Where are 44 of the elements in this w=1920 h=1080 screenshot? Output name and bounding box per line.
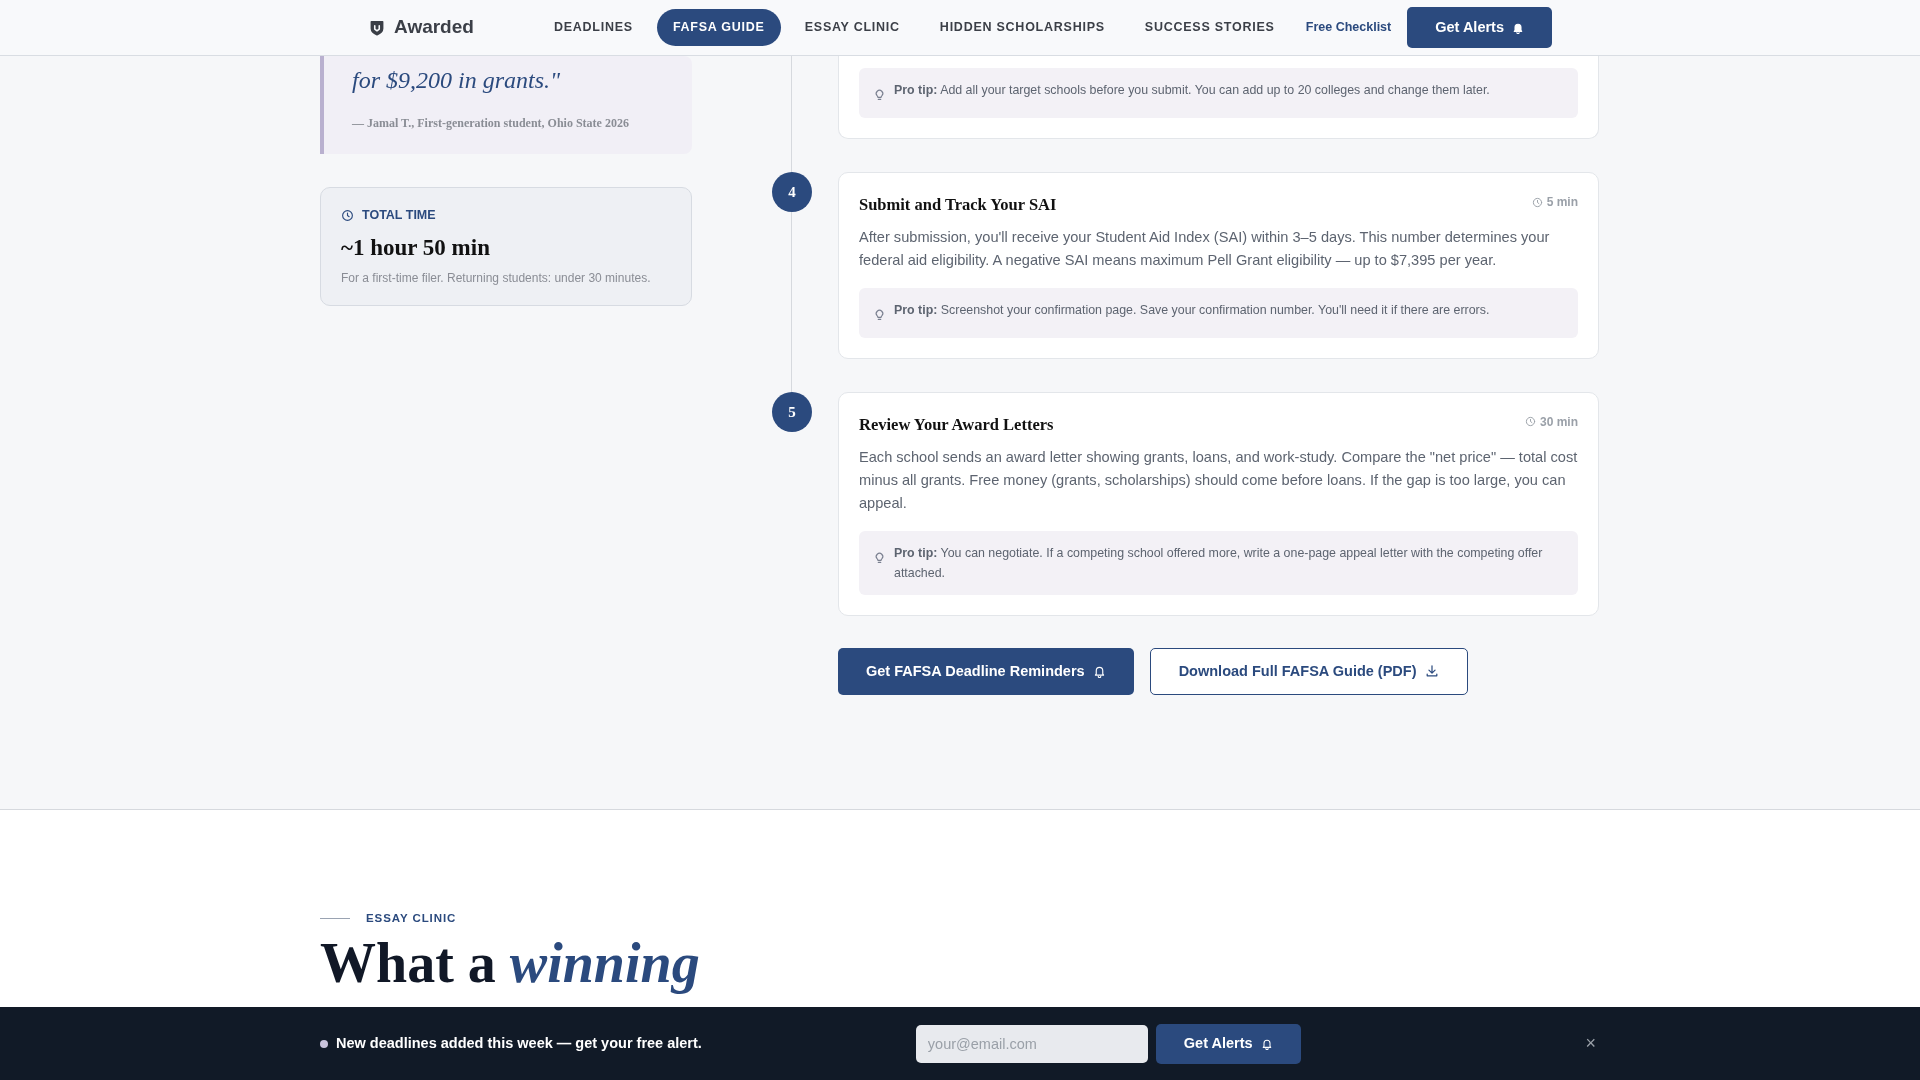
total-time-value: ~1 hour 50 min [341, 233, 491, 262]
nav-tab[interactable]: DEADLINES [537, 9, 649, 46]
step-description: After submission, you'll receive your Student Aid Index (SAI) within 3–5 days. This number determines your federal aid eligibility. A negative SAI means maximum Pell Grant eligibility — up to $7,395 per year. [859, 227, 1551, 270]
close-button[interactable]: × [1581, 1030, 1600, 1057]
pro-tip-text: Pro tip: Add all your target schools before you submit. You can add up to 20 colleges and change them later. [894, 82, 1490, 99]
email-field[interactable]: your@email.com [915, 1024, 1148, 1063]
clock-icon [1525, 416, 1536, 428]
step-title: Review Your Award Letters [859, 413, 1054, 436]
checklist-link[interactable]: Free Checklist [1305, 18, 1392, 37]
download-guide-button[interactable]: Download Full FAFSA Guide (PDF) [1149, 647, 1468, 696]
section-eyebrow: ESSAY CLINIC [366, 911, 457, 926]
step-description: Each school sends an award letter showing grants, loans, and work-study. Compare the "net price" — total cost minus all grants. Free money (grants, scholarships) should come before loans. If the gap is too large, you can appeal. [859, 447, 1578, 513]
step-duration: 30 min [1540, 413, 1578, 431]
step-title: Submit and Track Your SAI [859, 194, 1057, 216]
alert-message: New deadlines added this week — get your free alert. [336, 1033, 702, 1053]
pro-tip-text: Pro tip: You can negotiate. If a competing school offered more, write a one-page appeal letter with the competing offer attached. [894, 544, 1544, 582]
shield-icon [368, 18, 386, 37]
quote-text: for $9,200 in grants." [352, 66, 562, 95]
clock-icon [1531, 196, 1543, 208]
quote-attribution: — Jamal T., First-generation student, Ohio State 2026 [352, 115, 630, 132]
step-number: 5 [772, 391, 812, 432]
reminders-button[interactable]: Get FAFSA Deadline Reminders [838, 647, 1134, 696]
pro-tip-text: Pro tip: Screenshot your confirmation page. Save your confirmation number. You'll need it if there are errors. [894, 301, 1490, 319]
get-alerts-button[interactable]: Get Alerts [1155, 1023, 1301, 1064]
bell-icon [1512, 21, 1524, 34]
nav-tab[interactable]: ESSAY CLINIC [788, 9, 916, 46]
step-number: 4 [772, 172, 812, 212]
nav-tab[interactable]: FAFSA GUIDE [656, 9, 781, 46]
section-heading: What a winning [320, 933, 701, 995]
bell-icon [1092, 664, 1106, 678]
get-alerts-button[interactable]: Get Alerts [1407, 6, 1552, 49]
lightbulb-icon [873, 308, 886, 321]
total-time-note: For a first-time filer. Returning students: under 30 minutes. [341, 270, 652, 288]
status-dot [320, 1039, 328, 1048]
lightbulb-icon [873, 88, 886, 102]
download-icon [1424, 664, 1439, 679]
nav-tab[interactable]: HIDDEN SCHOLARSHIPS [923, 9, 1121, 46]
lightbulb-icon [873, 550, 886, 564]
clock-icon [341, 208, 354, 222]
total-time-label: TOTAL TIME [362, 207, 436, 224]
step-duration: 5 min [1546, 194, 1578, 211]
brand-name: Awarded [394, 15, 474, 40]
nav-tab[interactable]: SUCCESS STORIES [1128, 9, 1291, 46]
bell-icon [1260, 1037, 1273, 1050]
